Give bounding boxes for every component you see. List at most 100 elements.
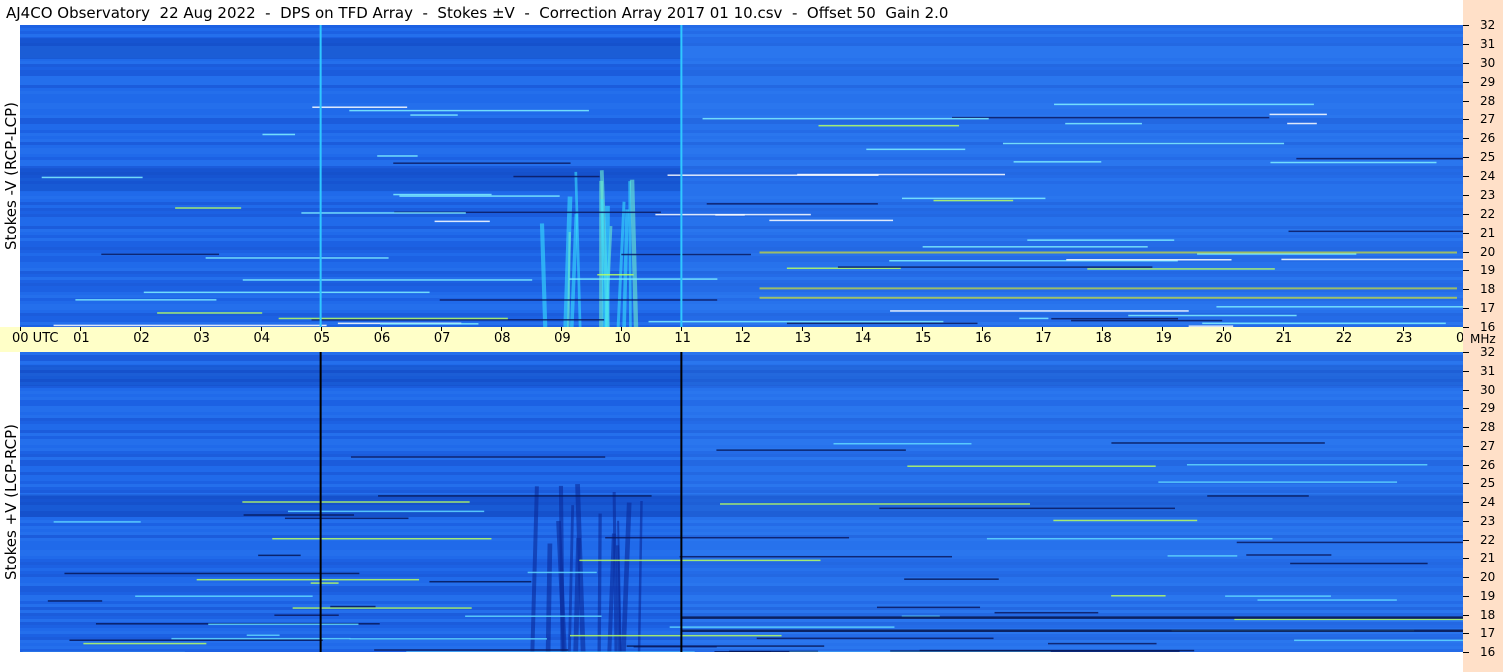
frequency-tick-label: 19 <box>1480 263 1496 278</box>
rfi-line <box>907 465 1156 467</box>
rfi-line <box>1053 519 1198 522</box>
time-tick-label: 06 <box>373 331 391 346</box>
rfi-line <box>41 176 143 179</box>
rfi-line <box>833 442 972 445</box>
frequency-tick-mark <box>1463 157 1469 159</box>
time-tick-label: 12 <box>734 331 752 346</box>
rfi-line <box>621 253 751 256</box>
rfi-line <box>243 514 355 516</box>
frequency-tick-label: 17 <box>1480 301 1496 316</box>
rfi-line <box>1111 595 1166 597</box>
rfi-line <box>196 578 420 581</box>
rfi-line <box>986 537 1273 540</box>
spectrogram-top-svg <box>20 25 1463 327</box>
frequency-tick-label: 20 <box>1480 570 1496 584</box>
time-marker-line <box>680 25 683 327</box>
frequency-tick-mark <box>1463 352 1469 353</box>
frequency-tick-label: 22 <box>1480 206 1496 221</box>
frequency-tick-label: 23 <box>1480 513 1496 528</box>
rfi-line <box>64 572 360 575</box>
frequency-tick-label: 30 <box>1480 382 1496 397</box>
frequency-tick-mark <box>1463 25 1469 26</box>
rfi-line <box>53 324 327 327</box>
time-tick-label: 16 <box>975 331 992 346</box>
rfi-line <box>667 174 879 176</box>
rfi-line <box>679 555 953 558</box>
day-region <box>681 352 1463 652</box>
rfi-line <box>1225 595 1331 597</box>
chart-title: AJ4CO Observatory 22 Aug 2022 - DPS on T… <box>6 4 949 22</box>
time-tick-label: 20 <box>1215 331 1233 346</box>
y-axis-label-top: Stokes -V (RCP-LCP) <box>2 25 20 327</box>
rfi-line <box>648 320 944 323</box>
frequency-tick-mark <box>1463 502 1469 503</box>
rfi-line <box>310 582 339 584</box>
rfi-line <box>262 133 296 136</box>
rfi-line <box>292 607 472 609</box>
rfi-line <box>837 266 1153 268</box>
rfi-line <box>47 600 103 602</box>
frequency-tick-mark <box>1463 213 1469 215</box>
frequency-tick-label: 17 <box>1480 626 1496 641</box>
hot-rfi-line <box>759 287 1457 290</box>
rfi-line <box>513 175 600 178</box>
rfi-line <box>1288 230 1463 233</box>
rfi-line <box>1246 554 1332 556</box>
rfi-line <box>301 212 466 214</box>
rfi-line <box>1002 142 1285 145</box>
rfi-line <box>714 651 771 652</box>
frequency-tick-mark <box>1463 539 1469 541</box>
frequency-tick-mark <box>1463 81 1469 83</box>
frequency-tick-mark <box>1463 577 1469 578</box>
rfi-line <box>1281 258 1463 261</box>
frequency-tick-label: 29 <box>1480 401 1496 416</box>
rfi-line <box>720 503 1030 505</box>
rfi-line <box>1013 161 1102 163</box>
spectrogram-panel-top <box>20 25 1463 327</box>
frequency-tick-mark <box>1463 289 1469 291</box>
rfi-line <box>1027 239 1175 241</box>
rfi-line <box>569 278 718 280</box>
rfi-line <box>242 501 470 503</box>
rfi-line <box>205 257 389 259</box>
frequency-tick-label: 28 <box>1480 93 1496 108</box>
rfi-line <box>278 317 508 320</box>
frequency-tick-mark <box>1463 138 1469 140</box>
frequency-tick-mark <box>1463 633 1469 635</box>
frequency-tick-label: 31 <box>1480 363 1496 378</box>
rfi-line <box>429 580 532 583</box>
frequency-tick-label: 24 <box>1480 169 1496 183</box>
rfi-line <box>1269 113 1327 116</box>
rfi-line <box>1186 464 1428 466</box>
rfi-line <box>1167 555 1238 557</box>
frequency-tick-label: 32 <box>1480 345 1496 359</box>
spectrogram-bottom-svg <box>20 352 1463 652</box>
frequency-tick-mark <box>1463 427 1469 428</box>
frequency-tick-label: 32 <box>1480 18 1496 32</box>
time-tick-label: 04 <box>253 331 271 346</box>
time-tick-label: 18 <box>1095 331 1112 346</box>
rfi-line <box>994 611 1099 614</box>
frequency-tick-label: 30 <box>1480 55 1496 70</box>
time-tick-label: 17 <box>1035 331 1052 346</box>
frequency-tick-label: 27 <box>1480 438 1496 453</box>
y-axis-label-top-text: Stokes -V (RCP-LCP) <box>2 102 20 250</box>
rfi-line <box>434 220 490 223</box>
rfi-line <box>716 449 906 451</box>
time-tick-label: 14 <box>854 331 872 346</box>
frequency-tick-label: 26 <box>1480 457 1496 472</box>
frequency-tick-label: 22 <box>1480 532 1496 547</box>
rfi-line <box>1087 268 1275 270</box>
dark-band <box>20 168 682 192</box>
rfi-line <box>579 559 821 562</box>
rfi-line <box>246 634 280 636</box>
frequency-tick-label: 16 <box>1480 645 1496 659</box>
frequency-tick-mark <box>1463 445 1469 447</box>
rfi-line <box>901 197 1046 200</box>
rfi-line <box>393 162 571 164</box>
hot-rfi-line <box>759 296 1457 299</box>
burst-streak <box>558 485 565 652</box>
rfi-line <box>143 291 430 294</box>
rfi-line <box>876 606 981 609</box>
rfi-line <box>769 219 894 222</box>
